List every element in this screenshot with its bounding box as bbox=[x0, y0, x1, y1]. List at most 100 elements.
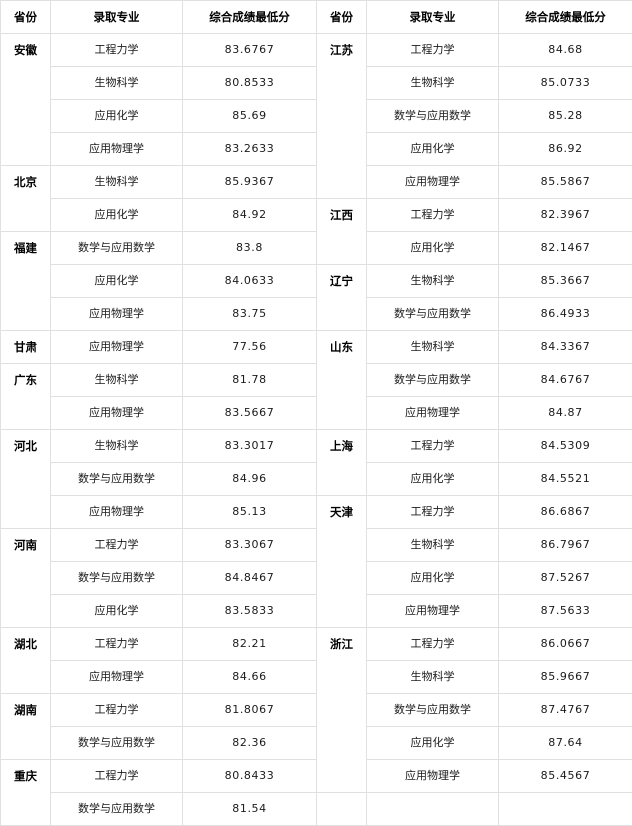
table-row: 广东生物科学81.78 bbox=[1, 364, 317, 397]
score-cell: 83.5833 bbox=[183, 595, 317, 628]
major-cell: 生物科学 bbox=[51, 430, 183, 463]
score-cell: 87.4767 bbox=[499, 694, 632, 727]
major-cell: 应用物理学 bbox=[51, 133, 183, 166]
province-cell: 福建 bbox=[1, 232, 51, 331]
score-cell: 86.92 bbox=[499, 133, 632, 166]
score-cell: 84.8467 bbox=[183, 562, 317, 595]
major-cell: 应用物理学 bbox=[367, 760, 499, 793]
score-cell: 83.3017 bbox=[183, 430, 317, 463]
score-cell: 85.9667 bbox=[499, 661, 632, 694]
score-cell: 83.6767 bbox=[183, 34, 317, 67]
table-row: 天津工程力学86.6867 bbox=[317, 496, 632, 529]
table-row: 湖南工程力学81.8067 bbox=[1, 694, 317, 727]
score-cell: 84.96 bbox=[183, 463, 317, 496]
score-cell: 84.0633 bbox=[183, 265, 317, 298]
major-cell: 应用化学 bbox=[367, 727, 499, 760]
table-row: 江西工程力学82.3967 bbox=[317, 199, 632, 232]
right-table-container: 省份 录取专业 综合成绩最低分 江苏工程力学84.68生物科学85.0733数学… bbox=[316, 0, 632, 826]
major-cell: 应用化学 bbox=[51, 595, 183, 628]
score-cell: 85.13 bbox=[183, 496, 317, 529]
table-row: 河北生物科学83.3017 bbox=[1, 430, 317, 463]
major-cell: 应用物理学 bbox=[51, 661, 183, 694]
major-cell: 工程力学 bbox=[367, 199, 499, 232]
score-cell: 82.1467 bbox=[499, 232, 632, 265]
table-header-right: 省份 录取专业 综合成绩最低分 bbox=[317, 1, 632, 34]
province-cell: 江苏 bbox=[317, 34, 367, 199]
table-row: 山东生物科学84.3367 bbox=[317, 331, 632, 364]
score-cell: 83.8 bbox=[183, 232, 317, 265]
header-major: 录取专业 bbox=[367, 1, 499, 34]
score-cell: 85.9367 bbox=[183, 166, 317, 199]
major-cell: 应用物理学 bbox=[51, 298, 183, 331]
table-row: 重庆工程力学80.8433 bbox=[1, 760, 317, 793]
score-cell: 85.4567 bbox=[499, 760, 632, 793]
score-cell: 84.5521 bbox=[499, 463, 632, 496]
table-row: 甘肃应用物理学77.56 bbox=[1, 331, 317, 364]
major-cell: 工程力学 bbox=[51, 694, 183, 727]
header-score: 综合成绩最低分 bbox=[499, 1, 632, 34]
score-cell: 86.7967 bbox=[499, 529, 632, 562]
score-cell: 85.0733 bbox=[499, 67, 632, 100]
province-cell: 上海 bbox=[317, 430, 367, 496]
major-cell: 数学与应用数学 bbox=[367, 694, 499, 727]
table-header-left: 省份 录取专业 综合成绩最低分 bbox=[1, 1, 317, 34]
table-row: 安徽工程力学83.6767 bbox=[1, 34, 317, 67]
score-cell: 84.5309 bbox=[499, 430, 632, 463]
province-cell: 北京 bbox=[1, 166, 51, 232]
major-cell: 数学与应用数学 bbox=[51, 232, 183, 265]
score-cell: 82.3967 bbox=[499, 199, 632, 232]
score-cell: 81.78 bbox=[183, 364, 317, 397]
major-cell: 应用化学 bbox=[367, 133, 499, 166]
header-province: 省份 bbox=[317, 1, 367, 34]
province-cell: 河南 bbox=[1, 529, 51, 628]
province-cell: 湖南 bbox=[1, 694, 51, 760]
blank-cell bbox=[367, 793, 499, 826]
province-cell: 甘肃 bbox=[1, 331, 51, 364]
score-cell: 82.21 bbox=[183, 628, 317, 661]
blank-cell bbox=[499, 793, 632, 826]
header-province: 省份 bbox=[1, 1, 51, 34]
score-cell: 83.2633 bbox=[183, 133, 317, 166]
major-cell: 工程力学 bbox=[51, 628, 183, 661]
major-cell: 生物科学 bbox=[367, 265, 499, 298]
province-cell: 重庆 bbox=[1, 760, 51, 826]
score-cell: 85.28 bbox=[499, 100, 632, 133]
score-cell: 86.6867 bbox=[499, 496, 632, 529]
blank-cell bbox=[317, 793, 367, 826]
left-table-container: 省份 录取专业 综合成绩最低分 安徽工程力学83.6767生物科学80.8533… bbox=[0, 0, 316, 826]
major-cell: 数学与应用数学 bbox=[51, 562, 183, 595]
major-cell: 应用化学 bbox=[367, 463, 499, 496]
major-cell: 应用化学 bbox=[367, 562, 499, 595]
score-cell: 86.4933 bbox=[499, 298, 632, 331]
table-body-right: 江苏工程力学84.68生物科学85.0733数学与应用数学85.28应用化学86… bbox=[317, 34, 632, 826]
major-cell: 数学与应用数学 bbox=[367, 298, 499, 331]
province-cell: 安徽 bbox=[1, 34, 51, 166]
admission-score-table-right: 省份 录取专业 综合成绩最低分 江苏工程力学84.68生物科学85.0733数学… bbox=[316, 0, 632, 826]
major-cell: 工程力学 bbox=[367, 34, 499, 67]
header-score: 综合成绩最低分 bbox=[183, 1, 317, 34]
score-cell: 84.92 bbox=[183, 199, 317, 232]
major-cell: 应用化学 bbox=[51, 265, 183, 298]
province-cell: 浙江 bbox=[317, 628, 367, 793]
province-cell: 辽宁 bbox=[317, 265, 367, 331]
major-cell: 应用物理学 bbox=[367, 397, 499, 430]
score-cell: 77.56 bbox=[183, 331, 317, 364]
table-row: 浙江工程力学86.0667 bbox=[317, 628, 632, 661]
score-cell: 83.75 bbox=[183, 298, 317, 331]
major-cell: 工程力学 bbox=[51, 34, 183, 67]
province-cell: 广东 bbox=[1, 364, 51, 430]
major-cell: 生物科学 bbox=[367, 67, 499, 100]
admission-score-table-left: 省份 录取专业 综合成绩最低分 安徽工程力学83.6767生物科学80.8533… bbox=[0, 0, 317, 826]
major-cell: 应用物理学 bbox=[51, 397, 183, 430]
table-row: 北京生物科学85.9367 bbox=[1, 166, 317, 199]
province-cell: 河北 bbox=[1, 430, 51, 529]
score-cell: 84.6767 bbox=[499, 364, 632, 397]
table-row: 辽宁生物科学85.3667 bbox=[317, 265, 632, 298]
major-cell: 工程力学 bbox=[367, 496, 499, 529]
major-cell: 应用化学 bbox=[367, 232, 499, 265]
score-cell: 81.54 bbox=[183, 793, 317, 826]
score-tables-page: 省份 录取专业 综合成绩最低分 安徽工程力学83.6767生物科学80.8533… bbox=[0, 0, 632, 820]
score-cell: 82.36 bbox=[183, 727, 317, 760]
table-row: 福建数学与应用数学83.8 bbox=[1, 232, 317, 265]
score-cell: 85.69 bbox=[183, 100, 317, 133]
